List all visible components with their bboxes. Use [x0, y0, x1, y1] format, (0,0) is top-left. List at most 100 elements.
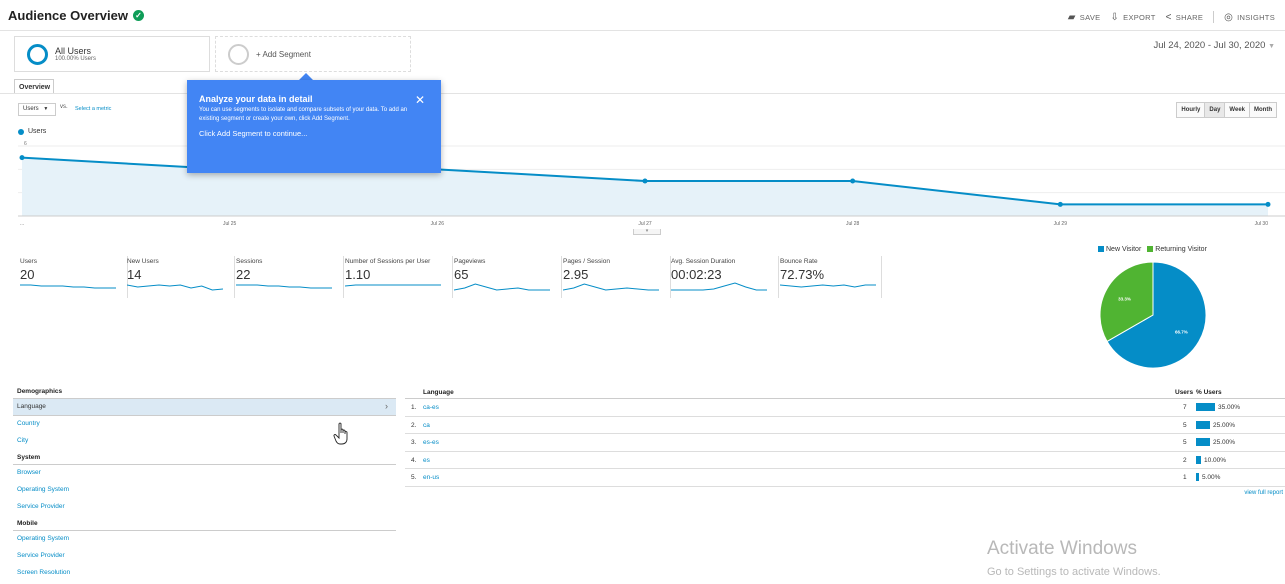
dimensions-nav: Demographics Language Country City Syste…	[13, 388, 396, 582]
metric-selector[interactable]: Users ▼	[18, 103, 56, 116]
caret-down-icon: ▼	[1268, 43, 1275, 50]
metric-card[interactable]: Pages / Session 2.95	[563, 256, 671, 298]
data-point	[19, 155, 25, 161]
nav-item-service-provider[interactable]: Service Provider	[13, 499, 396, 516]
percent-bar	[1196, 455, 1201, 464]
row-index: 1.	[411, 404, 417, 411]
chart-resize-handle[interactable]: ▾	[633, 229, 661, 235]
y-tick-label: 6	[24, 141, 27, 147]
metric-label: Number of Sessions per User	[345, 258, 431, 265]
percent-bar	[1196, 438, 1210, 446]
tab-overview[interactable]: Overview	[14, 79, 54, 94]
x-tick-label: Jul 26	[431, 221, 445, 227]
activate-windows-watermark: Activate Windows	[987, 538, 1137, 559]
sparkline	[236, 284, 332, 289]
legend-series-label: Users	[28, 128, 47, 135]
pie-slice-label: 33.3%	[1118, 297, 1131, 302]
segment-name: All Users	[55, 46, 92, 56]
language-link[interactable]: ca	[423, 422, 430, 429]
metric-label: Sessions	[236, 258, 263, 265]
page-title-text: Audience Overview	[8, 8, 128, 23]
add-segment-label: + Add Segment	[256, 50, 311, 59]
table-row: 3. es-es 5 25.00%	[405, 434, 1285, 452]
granularity-day-button[interactable]: Day	[1205, 103, 1226, 117]
metric-label: New Users	[127, 258, 159, 265]
metric-card[interactable]: Users 20	[20, 256, 128, 298]
caret-down-icon: ▼	[43, 106, 49, 112]
percent-bar	[1196, 473, 1199, 481]
row-percent: 25.00%	[1213, 439, 1236, 446]
language-link[interactable]: en-us	[423, 474, 439, 481]
metric-card[interactable]: Number of Sessions per User 1.10	[345, 256, 453, 298]
language-link[interactable]: ca-es	[423, 404, 439, 411]
pie-slice-label: 66.7%	[1175, 329, 1188, 334]
pie-legend-returning: Returning Visitor	[1147, 246, 1207, 253]
x-tick-label: ...	[20, 221, 24, 227]
language-link[interactable]: es	[423, 457, 430, 464]
metric-card[interactable]: Bounce Rate 72.73%	[780, 256, 882, 298]
mobile-header: Mobile	[13, 516, 396, 531]
table-row: 2. ca 5 25.00%	[405, 417, 1285, 434]
close-icon[interactable]: ✕	[415, 93, 425, 107]
nav-item-mobile-os[interactable]: Operating System	[13, 531, 396, 548]
sparkline-path	[20, 284, 116, 289]
language-link[interactable]: es-es	[423, 439, 439, 446]
row-percent: 25.00%	[1213, 421, 1236, 429]
metric-card[interactable]: Pageviews 65	[454, 256, 562, 298]
row-users: 5	[1183, 421, 1187, 429]
table-header-language: Language	[423, 389, 454, 396]
row-users: 2	[1183, 456, 1187, 464]
percent-bar	[1196, 403, 1215, 411]
row-index: 3.	[411, 439, 417, 446]
sparkline	[454, 283, 550, 291]
table-header: Language Users % Users	[405, 388, 1285, 399]
data-point	[850, 178, 856, 184]
table-header-users: Users	[1175, 389, 1194, 396]
view-full-report-link[interactable]: view full report	[1244, 490, 1283, 496]
metric-label: Bounce Rate	[780, 258, 818, 265]
metric-card[interactable]: New Users 14	[127, 256, 235, 298]
x-tick-label: Jul 29	[1054, 221, 1068, 227]
export-icon: ⇩	[1110, 11, 1120, 23]
sparkline-path	[454, 283, 550, 291]
select-metric-link[interactable]: Select a metric	[75, 106, 111, 112]
share-label: SHARE	[1175, 12, 1204, 22]
insights-label: INSIGHTS	[1237, 12, 1275, 22]
granularity-hourly-button[interactable]: Hourly	[1177, 103, 1206, 117]
pie-legend-returning-label: Returning Visitor	[1155, 246, 1207, 253]
date-range-text: Jul 24, 2020 - Jul 30, 2020	[1153, 40, 1266, 51]
hand-cursor-icon	[333, 422, 348, 445]
nav-item-mobile-service-provider[interactable]: Service Provider	[13, 548, 396, 565]
segment-all-users[interactable]: All Users 100.00% Users	[14, 36, 210, 72]
granularity-month-button[interactable]: Month	[1250, 103, 1276, 117]
export-button[interactable]: ⇩ EXPORT	[1110, 12, 1155, 23]
date-range-picker[interactable]: Jul 24, 2020 - Jul 30, 2020 ▼	[1153, 40, 1275, 51]
row-users: 7	[1183, 404, 1187, 411]
metric-card[interactable]: Avg. Session Duration 00:02:23	[671, 256, 779, 298]
save-icon: ▰	[1067, 11, 1076, 23]
nav-item-operating-system[interactable]: Operating System	[13, 482, 396, 499]
percent-bar	[1196, 420, 1210, 429]
visitor-pie-chart: 66.7% 33.3%	[1099, 262, 1207, 369]
add-segment-button[interactable]: + Add Segment	[215, 36, 411, 72]
metric-card[interactable]: Sessions 22	[236, 256, 344, 298]
granularity-week-button[interactable]: Week	[1225, 103, 1250, 117]
sparkline	[20, 284, 116, 289]
nav-item-screen-resolution[interactable]: Screen Resolution	[13, 565, 396, 582]
nav-item-browser[interactable]: Browser	[13, 465, 396, 482]
share-button[interactable]: < SHARE	[1166, 12, 1203, 23]
tooltip-body: You can use segments to isolate and comp…	[199, 107, 408, 122]
save-button[interactable]: ▰ SAVE	[1068, 12, 1101, 23]
segment-tooltip: Analyze your data in detail You can use …	[187, 80, 441, 173]
row-percent: 10.00%	[1204, 456, 1227, 464]
row-percent: 35.00%	[1218, 404, 1241, 411]
segment-circle-icon	[27, 44, 48, 65]
sparkline-path	[127, 284, 223, 291]
page-title: Audience Overview ✓	[8, 8, 144, 23]
header-divider	[0, 30, 1285, 31]
vs-label: vs.	[60, 104, 68, 110]
insights-button[interactable]: ◎ INSIGHTS	[1224, 12, 1275, 23]
table-row: 5. en-us 1 5.00%	[405, 469, 1285, 487]
report-toolbar: ▰ SAVE ⇩ EXPORT < SHARE ◎ INSIGHTS	[1068, 11, 1275, 23]
nav-item-language[interactable]: Language	[13, 399, 396, 416]
